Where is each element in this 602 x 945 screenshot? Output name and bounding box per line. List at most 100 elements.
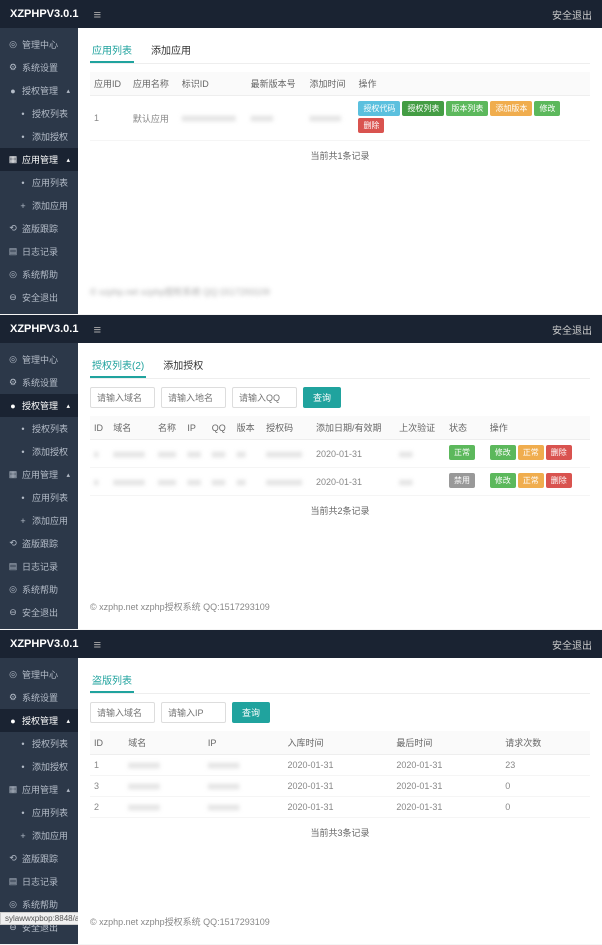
btn-delete[interactable]: 删除 (546, 473, 572, 488)
btn-ver-list[interactable]: 版本列表 (446, 101, 488, 116)
sidebar-item-5[interactable]: ▦应用管理▴ (0, 148, 78, 171)
sidebar-item-9[interactable]: ▤日志记录 (0, 870, 78, 893)
btn-add-ver[interactable]: 添加版本 (490, 101, 532, 116)
col-intime: 入库时间 (283, 731, 392, 755)
sidebar-label: 授权管理 (22, 399, 58, 412)
sidebar-label: 系统帮助 (22, 268, 58, 281)
sidebar-item-6[interactable]: •应用列表 (0, 486, 78, 509)
sidebar-item-7[interactable]: +添加应用 (0, 509, 78, 532)
sidebar-item-9[interactable]: ▤日志记录 (0, 240, 78, 263)
btn-edit[interactable]: 修改 (490, 445, 516, 460)
menu-toggle-icon[interactable]: ≡ (93, 637, 101, 652)
menu-toggle-icon[interactable]: ≡ (93, 7, 101, 22)
sidebar-item-1[interactable]: ⚙系统设置 (0, 686, 78, 709)
btn-edit[interactable]: 修改 (490, 473, 516, 488)
sidebar-icon: ◎ (8, 899, 18, 910)
sidebar-icon: • (18, 762, 28, 772)
sidebar-item-8[interactable]: ⟲盗版跟踪 (0, 847, 78, 870)
btn-auth-list[interactable]: 授权列表 (402, 101, 444, 116)
sidebar-item-2[interactable]: ●授权管理▴ (0, 709, 78, 732)
sidebar-item-6[interactable]: •应用列表 (0, 801, 78, 824)
tab-app-list[interactable]: 应用列表 (90, 38, 134, 63)
btn-delete[interactable]: 删除 (546, 445, 572, 460)
sidebar-item-3[interactable]: •授权列表 (0, 102, 78, 125)
sidebar-label: 添加应用 (32, 514, 68, 527)
sidebar-item-0[interactable]: ◎管理中心 (0, 663, 78, 686)
sidebar-item-8[interactable]: ⟲盗版跟踪 (0, 532, 78, 555)
sidebar-item-10[interactable]: ◎系统帮助 (0, 263, 78, 286)
sidebar-item-7[interactable]: +添加应用 (0, 824, 78, 847)
btn-toggle[interactable]: 正常 (518, 473, 544, 488)
sidebar-icon: • (18, 132, 28, 142)
col-date: 添加日期/有效期 (312, 416, 395, 440)
sidebar-item-2[interactable]: ●授权管理▴ (0, 79, 78, 102)
sidebar-label: 管理中心 (22, 38, 58, 51)
cell-actions: 修改正常删除 (486, 440, 590, 468)
sidebar-icon: • (18, 447, 28, 457)
tab-add-app[interactable]: 添加应用 (149, 38, 193, 63)
header-logout[interactable]: 安全退出 (552, 637, 592, 652)
sidebar-icon: ▤ (8, 246, 18, 257)
search-button[interactable]: 查询 (232, 702, 270, 723)
cell-actions: 授权代码授权列表版本列表添加版本修改删除 (354, 96, 590, 141)
chevron-icon: ▴ (66, 402, 70, 410)
summary: 当前共2条记录 (90, 496, 590, 525)
btn-auth-code[interactable]: 授权代码 (358, 101, 400, 116)
btn-delete[interactable]: 删除 (358, 118, 384, 133)
cell-count: 23 (501, 755, 590, 776)
filter-domain[interactable] (90, 702, 155, 723)
tab-auth-list[interactable]: 授权列表(2) (90, 353, 146, 378)
header-logout[interactable]: 安全退出 (552, 322, 592, 337)
cell-intime: 2020-01-31 (283, 755, 392, 776)
panel-apps: XZPHPV3.0.1 ≡ 安全退出 ◎管理中心⚙系统设置●授权管理▴•授权列表… (0, 0, 602, 314)
btn-toggle[interactable]: 正常 (518, 445, 544, 460)
sidebar-label: 添加应用 (32, 199, 68, 212)
sidebar-item-5[interactable]: ▦应用管理▴ (0, 778, 78, 801)
sidebar-label: 授权管理 (22, 84, 58, 97)
sidebar-item-0[interactable]: ◎ 管理中心 (0, 33, 78, 56)
btn-edit[interactable]: 修改 (534, 101, 560, 116)
sidebar: ◎管理中心⚙系统设置●授权管理▴•授权列表•添加授权▦应用管理▴•应用列表+添加… (0, 658, 78, 944)
filter-ip[interactable] (161, 702, 226, 723)
sidebar-item-7[interactable]: +添加应用 (0, 194, 78, 217)
col-app-name: 应用名称 (129, 72, 178, 96)
table-row: 1xxxxxxxxxxxxxx2020-01-312020-01-3123 (90, 755, 590, 776)
sidebar-item-6[interactable]: •应用列表 (0, 171, 78, 194)
sidebar-item-2[interactable]: ●授权管理▴ (0, 394, 78, 417)
menu-toggle-icon[interactable]: ≡ (93, 322, 101, 337)
sidebar-item-11[interactable]: ⊖安全退出 (0, 286, 78, 309)
sidebar-label: 系统设置 (22, 61, 58, 74)
filter-domain[interactable] (90, 387, 155, 408)
filter-qq[interactable] (232, 387, 297, 408)
filter-name[interactable] (161, 387, 226, 408)
tab-add-auth[interactable]: 添加授权 (161, 353, 205, 378)
sidebar-item-8[interactable]: ⟲盗版跟踪 (0, 217, 78, 240)
col-actions: 操作 (354, 72, 590, 96)
sidebar-item-11[interactable]: ⊖安全退出 (0, 601, 78, 624)
header-logout[interactable]: 安全退出 (552, 7, 592, 22)
sidebar-item-10[interactable]: ◎系统帮助 (0, 578, 78, 601)
sidebar-item-4[interactable]: •添加授权 (0, 755, 78, 778)
sidebar-item-3[interactable]: •授权列表 (0, 732, 78, 755)
search-button[interactable]: 查询 (303, 387, 341, 408)
summary: 当前共1条记录 (90, 141, 590, 170)
cell-intime: 2020-01-31 (283, 797, 392, 818)
sidebar-item-1[interactable]: ⚙系统设置 (0, 56, 78, 79)
header: XZPHPV3.0.1 ≡ 安全退出 (0, 315, 602, 343)
tab-pirate-list[interactable]: 盗版列表 (90, 668, 134, 693)
sidebar-item-1[interactable]: ⚙系统设置 (0, 371, 78, 394)
sidebar-item-4[interactable]: •添加授权 (0, 125, 78, 148)
sidebar-item-3[interactable]: •授权列表 (0, 417, 78, 440)
sidebar-item-5[interactable]: ▦应用管理▴ (0, 463, 78, 486)
sidebar-item-9[interactable]: ▤日志记录 (0, 555, 78, 578)
cell-intime: 2020-01-31 (283, 776, 392, 797)
table-row: xxxxxxxxxxxxxxxxxxxxxxxxxxxx2020-01-31xx… (90, 440, 590, 468)
sidebar-item-4[interactable]: •添加授权 (0, 440, 78, 463)
sidebar-item-0[interactable]: ◎管理中心 (0, 348, 78, 371)
chevron-icon: ▴ (66, 786, 70, 794)
sidebar: ◎ 管理中心 ⚙系统设置●授权管理▴•授权列表•添加授权▦应用管理▴•应用列表+添加… (0, 28, 78, 314)
table-row: 2xxxxxxxxxxxxxx2020-01-312020-01-310 (90, 797, 590, 818)
sidebar-icon: • (18, 739, 28, 749)
sidebar-icon: ◎ (8, 39, 18, 50)
sidebar-label: 日志记录 (22, 560, 58, 573)
